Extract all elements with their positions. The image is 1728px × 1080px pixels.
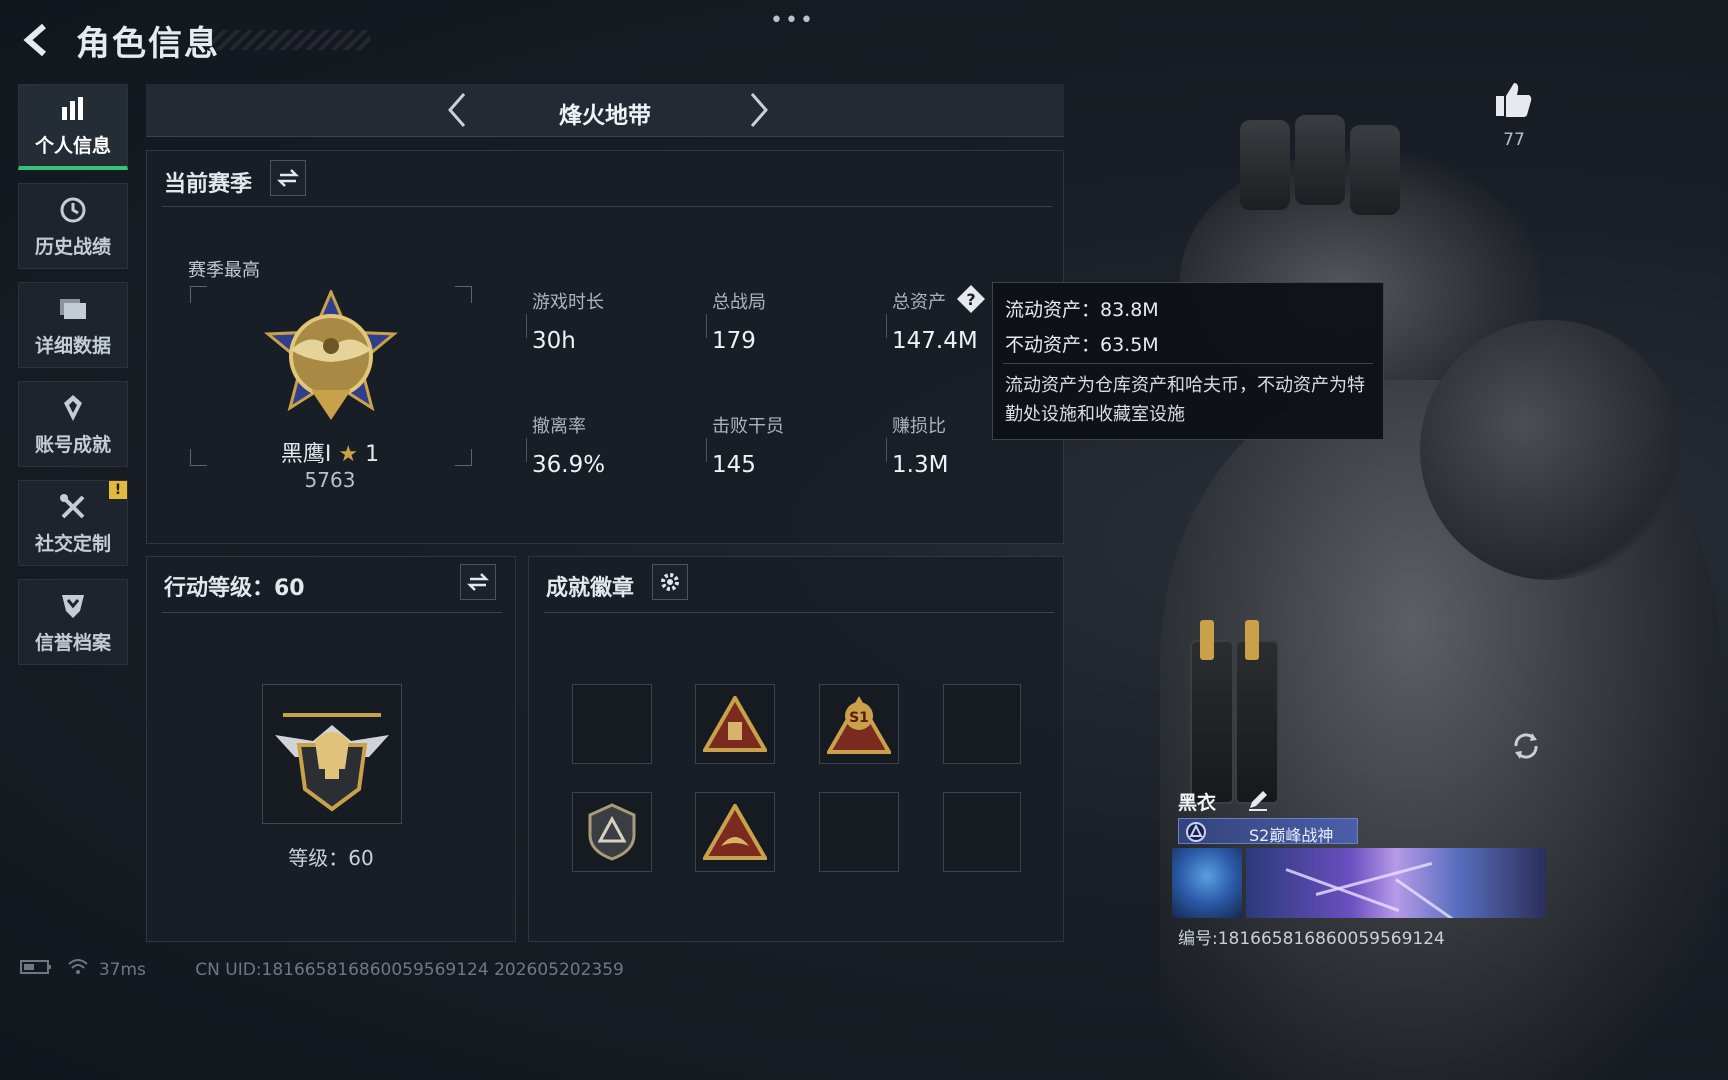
swap-icon — [277, 169, 299, 187]
switch-season-button[interactable] — [270, 160, 306, 196]
player-title-badge[interactable]: S2巅峰战神 — [1178, 818, 1358, 845]
warning-badge: ! — [109, 481, 127, 499]
sidebar-item-credit-file[interactable]: 信誉档案 — [18, 579, 128, 665]
badge-slot[interactable] — [695, 792, 775, 872]
player-name-card[interactable] — [1246, 848, 1546, 918]
like-count: 77 — [1503, 130, 1525, 150]
sidebar: 个人信息 历史战绩 详细数据 账号成就 ! 社交定制 信誉档案 — [18, 84, 130, 678]
status-bar: 37ms CN UID:181665816860059569124 202605… — [20, 958, 624, 981]
back-arrow-icon[interactable] — [18, 20, 58, 60]
triangle-badge-icon — [703, 696, 767, 752]
liquid-assets: 流动资产：83.8M — [1005, 299, 1159, 321]
rank-emblem-icon — [256, 288, 406, 430]
badges-title: 成就徽章 — [546, 576, 635, 601]
sidebar-item-social-custom[interactable]: ! 社交定制 — [18, 480, 128, 566]
badge-slot-s1[interactable]: S1 — [819, 684, 899, 764]
badge-slot[interactable] — [695, 684, 775, 764]
badge-slot-empty[interactable] — [572, 684, 652, 764]
stat-total-matches: 总战局 179 — [706, 288, 766, 354]
badge-slot-empty[interactable] — [819, 792, 899, 872]
mode-title: 烽火地带 — [559, 103, 651, 129]
switch-level-button[interactable] — [460, 564, 496, 600]
sidebar-item-label: 社交定制 — [34, 532, 111, 555]
sidebar-item-label: 账号成就 — [34, 433, 111, 456]
season-title: 当前赛季 — [164, 172, 253, 197]
s1-triangle-badge-icon: S1 — [827, 695, 891, 754]
swap-icon — [467, 573, 489, 591]
battery-icon — [20, 959, 52, 980]
sidebar-item-label: 详细数据 — [34, 334, 111, 357]
sidebar-item-label: 历史战绩 — [34, 235, 111, 258]
divider — [544, 612, 1054, 613]
sidebar-item-history[interactable]: 历史战绩 — [18, 183, 128, 269]
sidebar-item-label: 个人信息 — [34, 135, 111, 157]
folder-icon — [57, 293, 89, 325]
rank-name: 黑鹰Ⅰ ★ 1 — [280, 442, 380, 467]
star-icon: ★ — [338, 442, 359, 467]
svg-text:?: ? — [966, 290, 975, 309]
level-title: 行动等级：60 — [164, 576, 305, 601]
player-uid: 编号:181665816860059569124 — [1178, 929, 1445, 949]
sidebar-item-label: 信誉档案 — [34, 631, 111, 654]
achievement-icon — [57, 392, 89, 424]
help-icon[interactable]: ? — [956, 284, 986, 314]
stat-kills: 击败干员 145 — [706, 412, 784, 478]
stat-profit-ratio: 赚损比 1.3M — [886, 412, 948, 478]
badge-slot-empty[interactable] — [943, 792, 1021, 872]
ping-value: 37ms — [98, 959, 146, 980]
assets-tooltip: 流动资产：83.8M 不动资产：63.5M 流动资产为仓库资产和哈夫币，不动资产… — [992, 282, 1384, 440]
chevron-right-icon[interactable] — [738, 90, 778, 130]
uid-line: CN UID:181665816860059569124 20260520235… — [195, 959, 624, 980]
fish-triangle-badge-icon — [703, 804, 767, 860]
bar-chart-icon — [57, 93, 89, 125]
wifi-icon — [67, 958, 89, 981]
player-avatar[interactable] — [1172, 848, 1242, 918]
more-menu-icon[interactable]: ••• — [770, 8, 815, 33]
mode-selector: 烽火地带 — [146, 84, 1064, 137]
rotate-icon[interactable] — [1506, 726, 1546, 766]
history-clock-icon — [57, 194, 89, 226]
player-name: 黑衣 — [1178, 792, 1217, 814]
sidebar-item-achievements[interactable]: 账号成就 — [18, 381, 128, 467]
thumbs-up-icon[interactable] — [1494, 80, 1534, 120]
title-decoration — [210, 30, 370, 50]
shield-chevron-icon — [57, 590, 89, 622]
helicopter-emblem-icon — [275, 713, 389, 812]
stat-extract-rate: 撤离率 36.9% — [526, 412, 605, 478]
page-title: 角色信息 — [76, 24, 220, 64]
sidebar-item-detailed-data[interactable]: 详细数据 — [18, 282, 128, 368]
edit-pencil-icon[interactable] — [1246, 788, 1270, 812]
tooltip-description: 流动资产为仓库资产和哈夫币，不动资产为特勤处设施和收藏室设施 — [1005, 375, 1365, 425]
season-best-label: 赛季最高 — [188, 260, 260, 281]
svg-text:S1: S1 — [849, 710, 869, 726]
title-emblem-icon — [1185, 821, 1207, 843]
divider — [162, 206, 1052, 207]
badge-slot-empty[interactable] — [943, 684, 1021, 764]
badge-slot[interactable] — [572, 792, 652, 872]
rank-score: 5763 — [304, 468, 356, 492]
stat-play-time: 游戏时长 30h — [526, 288, 604, 354]
level-badge-box — [262, 684, 402, 824]
level-text: 等级：60 — [288, 846, 374, 870]
badge-settings-button[interactable] — [652, 564, 688, 600]
fixed-assets: 不动资产：63.5M — [1005, 334, 1159, 356]
gear-icon — [661, 573, 679, 591]
sidebar-item-personal-info[interactable]: 个人信息 — [18, 84, 128, 170]
shield-badge-icon — [588, 803, 636, 861]
divider — [162, 612, 502, 613]
tools-icon — [57, 491, 89, 523]
